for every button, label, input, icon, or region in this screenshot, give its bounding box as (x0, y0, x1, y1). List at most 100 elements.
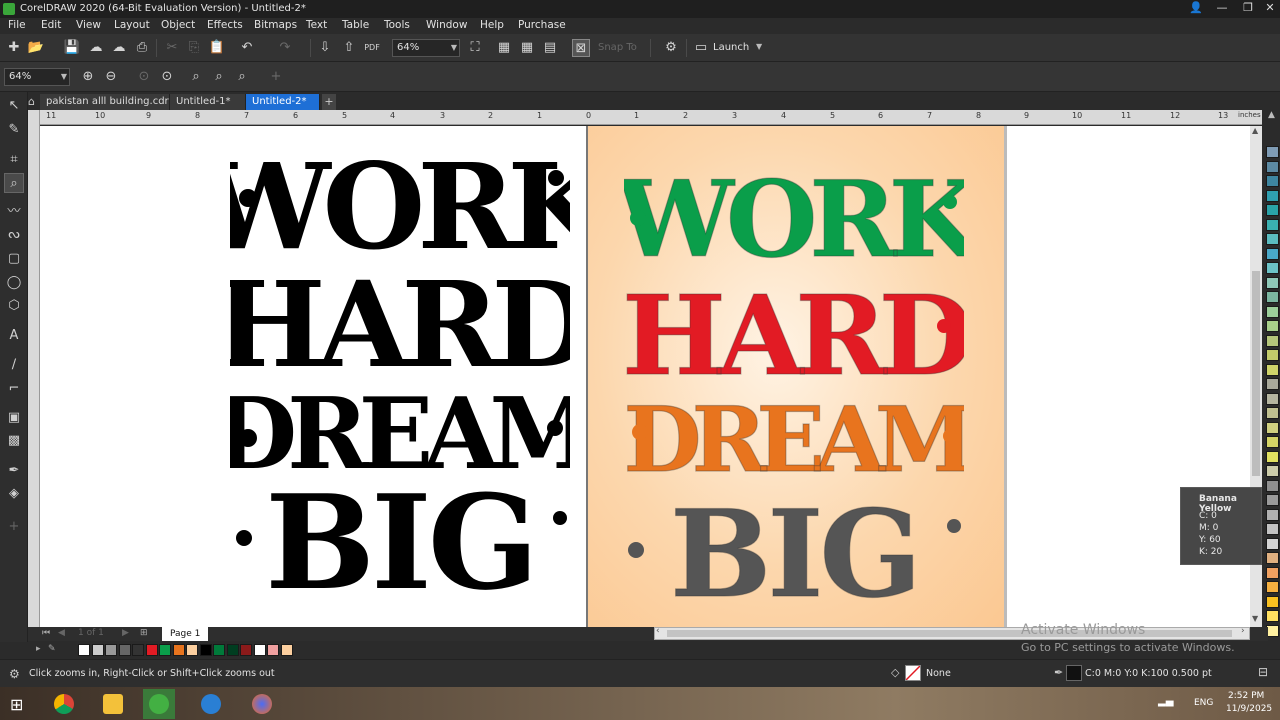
parallel-dimension-icon[interactable]: ∕ (4, 355, 24, 375)
document-palette-swatch[interactable] (91, 644, 104, 656)
menu-edit[interactable]: Edit (41, 19, 61, 31)
palette-swatch[interactable] (1266, 436, 1279, 448)
palette-swatch[interactable] (1266, 305, 1279, 318)
palette-swatch[interactable] (1266, 363, 1279, 376)
menu-effects[interactable]: Effects (207, 19, 243, 31)
ellipse-tool-icon[interactable]: ◯ (4, 273, 24, 293)
windows-start-icon[interactable]: ⊞ (10, 695, 23, 714)
palette-swatch[interactable] (1266, 421, 1279, 434)
menu-object[interactable]: Object (161, 19, 195, 31)
palette-swatch[interactable] (1266, 189, 1279, 202)
next-page-icon[interactable]: ▶ (122, 628, 129, 638)
document-palette-swatch[interactable] (186, 644, 198, 656)
palette-swatch[interactable] (1266, 146, 1279, 158)
palette-swatch[interactable] (1266, 247, 1279, 260)
status-gear-icon[interactable]: ⚙ (9, 667, 20, 681)
palette-swatch[interactable] (1266, 262, 1279, 274)
document-palette-swatch[interactable] (199, 644, 212, 656)
copy-icon[interactable]: ⎘ (185, 39, 203, 57)
palette-swatch[interactable] (1266, 349, 1279, 361)
publish-pdf-icon[interactable]: PDF (363, 39, 381, 57)
black-lettering-artwork[interactable]: WORK HARD DREAM BIG (230, 138, 570, 608)
shape-tool-icon[interactable]: ✎ (4, 120, 24, 140)
network-app-taskbar-icon[interactable] (195, 689, 227, 719)
document-palette-swatch[interactable] (105, 644, 117, 656)
palette-swatch[interactable] (1266, 610, 1279, 622)
coreldraw-taskbar-icon[interactable] (143, 689, 175, 719)
chrome-taskbar-icon[interactable] (48, 689, 80, 719)
palette-swatch[interactable] (1266, 334, 1279, 347)
zoom-page-height-icon[interactable]: ⌕ (233, 68, 251, 86)
menu-layout[interactable]: Layout (114, 19, 150, 31)
palette-swatch[interactable] (1266, 276, 1279, 289)
transparency-icon[interactable]: ▩ (4, 431, 24, 451)
outline-color-swatch[interactable] (1066, 665, 1082, 681)
minimize-button[interactable]: — (1212, 1, 1232, 17)
home-icon[interactable]: ⌂ (28, 95, 40, 109)
paste-icon[interactable]: 📋 (208, 39, 226, 57)
palette-swatch[interactable] (1266, 595, 1279, 608)
first-page-icon[interactable]: ⏮ (42, 628, 50, 638)
document-palette-swatch[interactable] (132, 644, 144, 656)
undo-icon[interactable]: ↶ (238, 39, 256, 57)
cut-icon[interactable]: ✂ (163, 39, 181, 57)
palette-swatch[interactable] (1266, 537, 1279, 550)
clock-time[interactable]: 2:52 PM (1228, 691, 1264, 701)
close-button[interactable]: ✕ (1260, 1, 1280, 17)
palette-swatch[interactable] (1266, 581, 1279, 593)
document-palette-swatch[interactable] (145, 644, 158, 656)
menu-bitmaps[interactable]: Bitmaps (254, 19, 297, 31)
options-gear-icon[interactable]: ⚙ (662, 39, 680, 57)
palette-swatch[interactable] (1266, 479, 1279, 492)
palette-swatch[interactable] (1266, 407, 1279, 419)
drawing-canvas[interactable]: WORK HARD DREAM BIG WORK HARD DREAM BIG (40, 126, 1250, 627)
tab-pakistan-building[interactable]: pakistan alll building.cdr (40, 94, 170, 110)
show-guidelines-icon[interactable]: ▤ (541, 39, 559, 57)
document-palette-swatch[interactable] (159, 644, 171, 656)
menu-view[interactable]: View (76, 19, 101, 31)
scroll-left-icon[interactable]: ‹ (656, 626, 660, 636)
tab-untitled-2[interactable]: Untitled-2* (246, 94, 320, 110)
freehand-tool-icon[interactable]: 〰 (4, 202, 24, 222)
document-palette-arrow-icon[interactable]: ▸ (36, 644, 41, 654)
menu-table[interactable]: Table (342, 19, 369, 31)
palette-swatch[interactable] (1266, 523, 1279, 535)
menu-tools[interactable]: Tools (384, 19, 410, 31)
palette-swatch[interactable] (1266, 508, 1279, 521)
interactive-fill-icon[interactable]: ◈ (4, 484, 24, 504)
zoom-selected-icon[interactable]: ⊙ (135, 68, 153, 86)
palette-swatch[interactable] (1266, 465, 1279, 477)
menu-file[interactable]: File (8, 19, 26, 31)
connector-tool-icon[interactable]: ⌐ (4, 379, 24, 399)
palette-swatch[interactable] (1266, 204, 1279, 216)
colored-lettering-artwork[interactable]: WORK HARD DREAM BIG (624, 166, 964, 616)
menu-help[interactable]: Help (480, 19, 504, 31)
vertical-scroll-thumb[interactable] (1252, 271, 1260, 476)
new-tab-icon[interactable]: + (322, 94, 336, 110)
export-icon[interactable]: ⇧ (340, 39, 358, 57)
print-icon[interactable]: ⎙ (133, 39, 151, 57)
menu-text[interactable]: Text (306, 19, 327, 31)
scroll-up-icon[interactable]: ▲ (1252, 126, 1258, 135)
palette-swatch[interactable] (1266, 566, 1279, 579)
palette-swatch[interactable] (1266, 233, 1279, 245)
zoom-level-combo[interactable]: 64% ▼ (392, 39, 460, 57)
firefox-taskbar-icon[interactable] (246, 689, 278, 719)
alignment-guides-icon[interactable]: ⊠ (572, 39, 590, 57)
document-palette-eyedropper-icon[interactable]: ✎ (48, 644, 56, 654)
launch-icon[interactable]: ▭ (692, 39, 710, 57)
pick-tool-icon[interactable]: ↖ (4, 96, 24, 116)
zoom-page-width-icon[interactable]: ⌕ (210, 68, 228, 86)
redo-icon[interactable]: ↷ (276, 39, 294, 57)
cloud-upload-icon[interactable]: ☁ (110, 39, 128, 57)
language-indicator[interactable]: ENG (1194, 698, 1213, 708)
horizontal-scrollbar[interactable]: ‹ › (654, 626, 1250, 640)
palette-swatch[interactable] (1266, 320, 1279, 332)
show-rulers-icon[interactable]: ▦ (495, 39, 513, 57)
file-explorer-taskbar-icon[interactable] (97, 689, 129, 719)
zoom-all-objects-icon[interactable]: ⊙ (158, 68, 176, 86)
zoom-page-icon[interactable]: ⌕ (187, 68, 205, 86)
launch-chevron-down-icon[interactable]: ▼ (756, 42, 762, 51)
document-palette-swatch[interactable] (172, 644, 185, 656)
palette-swatch[interactable] (1266, 291, 1279, 303)
